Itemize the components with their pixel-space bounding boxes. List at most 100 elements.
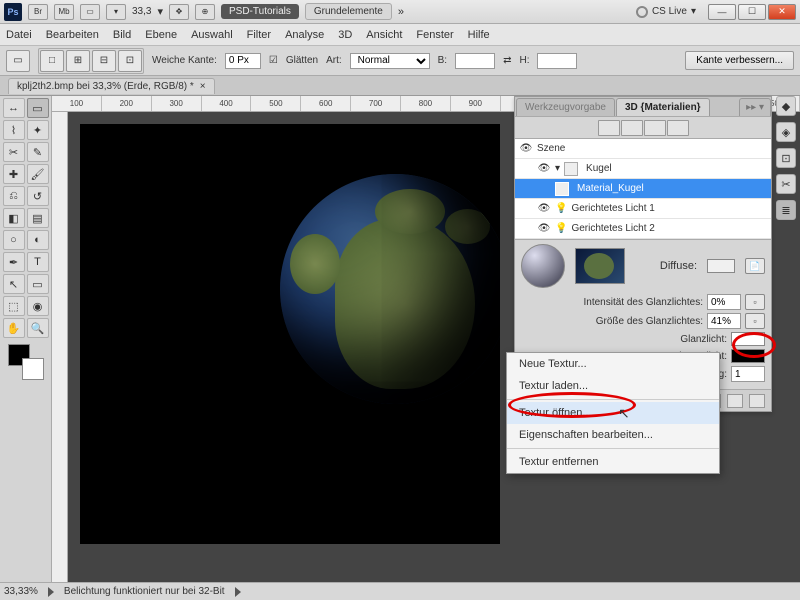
crop-tool[interactable]: ✂: [3, 142, 25, 162]
prop-menu-icon[interactable]: ▫: [745, 294, 765, 310]
document-tab[interactable]: kplj2th2.bmp bei 33,3% (Erde, RGB/8) * ×: [8, 78, 215, 94]
ctx-new-texture[interactable]: Neue Textur...: [507, 353, 719, 375]
pen-tool[interactable]: ✒: [3, 252, 25, 272]
type-tool[interactable]: T: [27, 252, 49, 272]
antialias-checkbox[interactable]: ☑: [269, 55, 278, 66]
ambient-swatch[interactable]: [731, 349, 765, 363]
swap-wh-icon[interactable]: ⇄: [503, 55, 511, 66]
lasso-tool[interactable]: ⌇: [3, 120, 25, 140]
bridge-icon[interactable]: Br: [28, 4, 48, 20]
hand-icon[interactable]: ✥: [169, 4, 189, 20]
minibridge-icon[interactable]: Mb: [54, 4, 74, 20]
tab-tool-presets[interactable]: Werkzeugvorgabe: [516, 98, 615, 116]
gloss-intensity-input[interactable]: [707, 294, 741, 310]
hand-tool[interactable]: ✋: [3, 318, 25, 338]
ctx-edit-properties[interactable]: Eigenschaften bearbeiten...: [507, 424, 719, 446]
menu-bearbeiten[interactable]: Bearbeiten: [46, 29, 99, 41]
material-preview-sphere[interactable]: [521, 244, 565, 288]
ctx-remove-texture[interactable]: Textur entfernen: [507, 451, 719, 473]
status-play-icon[interactable]: [235, 587, 241, 597]
3d-tool[interactable]: ⬚: [3, 296, 25, 316]
eye-icon[interactable]: 👁: [537, 162, 551, 176]
gradient-tool[interactable]: ▤: [27, 208, 49, 228]
zoom-dropdown-icon[interactable]: ▾: [157, 5, 163, 18]
eye-icon[interactable]: 👁: [519, 142, 533, 156]
diffuse-texture-menu-button[interactable]: 📄: [745, 258, 765, 274]
heal-tool[interactable]: ✚: [3, 164, 25, 184]
refine-edge-button[interactable]: Kante verbessern...: [685, 51, 794, 70]
texture-preview[interactable]: [575, 248, 625, 284]
arrange-icon[interactable]: ▾: [106, 4, 126, 20]
eye-icon[interactable]: 👁: [537, 202, 551, 216]
sel-intersect-icon[interactable]: ⊡: [118, 50, 142, 72]
new-icon[interactable]: [727, 394, 743, 408]
blur-tool[interactable]: ○: [3, 230, 25, 250]
eye-icon[interactable]: 👁: [537, 222, 551, 236]
status-zoom[interactable]: 33,33%: [4, 586, 38, 597]
diffuse-swatch[interactable]: [707, 259, 735, 273]
cs-live[interactable]: CS Live ▾: [636, 6, 696, 18]
zoom-level[interactable]: 33,3: [132, 6, 151, 17]
move-tool[interactable]: ↔: [3, 98, 25, 118]
color-swatches[interactable]: [8, 344, 44, 380]
sel-sub-icon[interactable]: ⊟: [92, 50, 116, 72]
width-input[interactable]: [455, 53, 495, 69]
workspace-active[interactable]: PSD-Tutorials: [221, 4, 299, 19]
menu-bild[interactable]: Bild: [113, 29, 131, 41]
trash-icon[interactable]: [749, 394, 765, 408]
view-icon[interactable]: ▭: [80, 4, 100, 20]
brush-tool[interactable]: 🖌: [27, 164, 49, 184]
layers-panel-icon[interactable]: ≣: [776, 200, 796, 220]
workspace-more-icon[interactable]: »: [398, 6, 404, 18]
menu-filter[interactable]: Filter: [247, 29, 271, 41]
minimize-button[interactable]: —: [708, 4, 736, 20]
height-input[interactable]: [537, 53, 577, 69]
menu-datei[interactable]: Datei: [6, 29, 32, 41]
scene-row-root[interactable]: 👁Szene: [515, 139, 771, 159]
maximize-button[interactable]: ☐: [738, 4, 766, 20]
panel-menu-icon[interactable]: ▸▸ ▾: [739, 98, 771, 116]
ctx-open-texture[interactable]: Textur öffnen...: [507, 402, 719, 424]
marquee-tool[interactable]: ▭: [27, 98, 49, 118]
color-panel-icon[interactable]: ◆: [776, 96, 796, 116]
status-play-icon[interactable]: [48, 587, 54, 597]
swatches-panel-icon[interactable]: ◈: [776, 122, 796, 142]
zoom-tool[interactable]: 🔍: [27, 318, 49, 338]
ctx-load-texture[interactable]: Textur laden...: [507, 375, 719, 397]
mask-panel-icon[interactable]: ✂: [776, 174, 796, 194]
filter-light-icon[interactable]: [667, 120, 689, 136]
wand-tool[interactable]: ✦: [27, 120, 49, 140]
highlight-swatch[interactable]: [731, 332, 765, 346]
workspace-other[interactable]: Grundelemente: [305, 3, 392, 20]
close-tab-icon[interactable]: ×: [200, 81, 206, 92]
tab-3d-materials[interactable]: 3D {Materialien}: [616, 98, 710, 116]
sel-new-icon[interactable]: □: [40, 50, 64, 72]
menu-ansicht[interactable]: Ansicht: [366, 29, 402, 41]
adjust-panel-icon[interactable]: ⊡: [776, 148, 796, 168]
current-tool-icon[interactable]: ▭: [6, 50, 30, 72]
style-select[interactable]: Normal: [350, 53, 430, 69]
menu-analyse[interactable]: Analyse: [285, 29, 324, 41]
background-swatch[interactable]: [22, 358, 44, 380]
menu-hilfe[interactable]: Hilfe: [468, 29, 490, 41]
3d-camera-tool[interactable]: ◉: [27, 296, 49, 316]
filter-mesh-icon[interactable]: [621, 120, 643, 136]
menu-auswahl[interactable]: Auswahl: [191, 29, 233, 41]
filter-material-icon[interactable]: [644, 120, 666, 136]
feather-input[interactable]: [225, 53, 261, 69]
scene-row-light1[interactable]: 👁💡 Gerichtetes Licht 1: [515, 199, 771, 219]
menu-3d[interactable]: 3D: [338, 29, 352, 41]
menu-ebene[interactable]: Ebene: [145, 29, 177, 41]
path-tool[interactable]: ↖: [3, 274, 25, 294]
filter-scene-icon[interactable]: [598, 120, 620, 136]
menu-fenster[interactable]: Fenster: [416, 29, 453, 41]
close-button[interactable]: ✕: [768, 4, 796, 20]
prop-menu-icon[interactable]: ▫: [745, 313, 765, 329]
scene-row-light2[interactable]: 👁💡 Gerichtetes Licht 2: [515, 219, 771, 239]
stamp-tool[interactable]: ⎌: [3, 186, 25, 206]
dodge-tool[interactable]: ◐: [27, 230, 49, 250]
scene-row-material[interactable]: Material_Kugel: [515, 179, 771, 199]
sel-add-icon[interactable]: ⊞: [66, 50, 90, 72]
gloss-size-input[interactable]: [707, 313, 741, 329]
history-brush-tool[interactable]: ↺: [27, 186, 49, 206]
